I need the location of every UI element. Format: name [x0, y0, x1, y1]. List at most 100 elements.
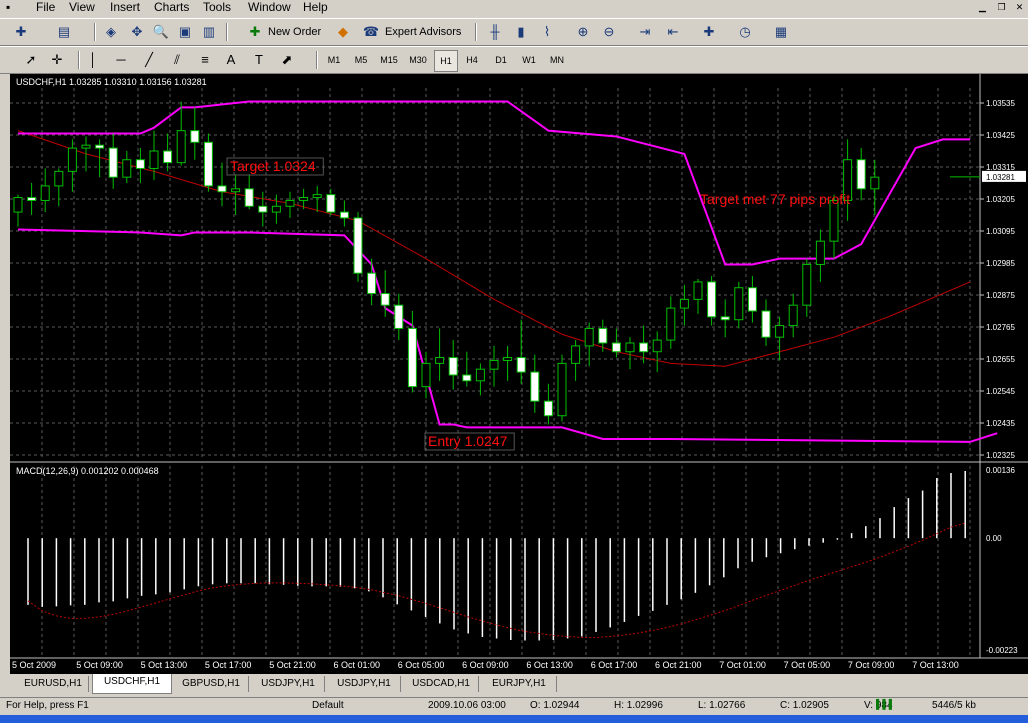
time-tick-label: 7 Oct 09:00: [848, 660, 895, 670]
candle-body-bear: [394, 304, 404, 329]
candle-body-bear: [407, 327, 417, 388]
tester-icon[interactable]: ▥: [200, 23, 218, 41]
menu-view[interactable]: View: [69, 0, 95, 15]
navigator-icon[interactable]: ✥: [128, 23, 146, 41]
status-high: H: 1.02996: [614, 700, 663, 711]
zoom-in-icon[interactable]: ⊕: [574, 23, 592, 41]
lower-band-line: [17, 228, 998, 443]
profiles-icon[interactable]: ▤: [55, 23, 73, 41]
zoom-out-icon[interactable]: ⊖: [600, 23, 618, 41]
ma-line: [17, 130, 971, 367]
tf-m30[interactable]: M30: [405, 50, 431, 70]
tf-m1[interactable]: M1: [322, 50, 346, 70]
current-price-label: 1.03281: [986, 173, 1015, 182]
price-tick-label: 1.03095: [986, 227, 1015, 236]
chart-shift-icon[interactable]: ⇤: [664, 23, 682, 41]
time-tick-label: 6 Oct 01:00: [334, 660, 381, 670]
bar-chart-icon[interactable]: ╫: [486, 23, 504, 41]
candle-body-bull: [571, 345, 581, 364]
candle-body-bull: [625, 342, 635, 353]
menu-help[interactable]: Help: [303, 0, 328, 15]
tf-m5[interactable]: M5: [349, 50, 373, 70]
time-tick-label: 6 Oct 09:00: [462, 660, 509, 670]
tab-usdcad[interactable]: USDCAD,H1: [404, 676, 479, 692]
menu-charts[interactable]: Charts: [154, 0, 189, 15]
new-chart-icon[interactable]: ✚: [12, 23, 30, 41]
tab-usdjpy[interactable]: USDJPY,H1: [252, 676, 325, 692]
tab-eurjpy[interactable]: EURJPY,H1: [482, 676, 557, 692]
candle-body-bear: [217, 185, 227, 193]
candle-body-bear: [353, 217, 363, 274]
chart-title: USDCHF,H1 1.03285 1.03310 1.03156 1.0328…: [16, 77, 207, 87]
expert-advisors-button[interactable]: Expert Advisors: [385, 22, 461, 42]
menu-tools[interactable]: Tools: [203, 0, 231, 15]
trendline-icon[interactable]: ╱: [140, 51, 158, 69]
line-chart-icon[interactable]: ⌇: [538, 23, 556, 41]
time-tick-label: 5 Oct 09:00: [76, 660, 123, 670]
auto-scroll-icon[interactable]: ⇥: [636, 23, 654, 41]
candle-body-bear: [367, 272, 377, 295]
tf-w1[interactable]: W1: [518, 50, 540, 70]
tab-gbpusd[interactable]: GBPUSD,H1: [174, 676, 249, 692]
market-watch-icon[interactable]: ◈: [102, 23, 120, 41]
arrows-icon[interactable]: ⬈: [278, 51, 296, 69]
status-close: C: 1.02905: [780, 700, 829, 711]
vertical-line-icon[interactable]: │: [84, 51, 102, 69]
price-tick-label: 1.02435: [986, 419, 1015, 428]
tf-m15[interactable]: M15: [376, 50, 402, 70]
warning-icon[interactable]: ◆: [334, 23, 352, 41]
crosshair-icon[interactable]: ✛: [48, 51, 66, 69]
candle-body-bear: [27, 197, 37, 201]
price-chart[interactable]: Target 1.0324 Target met 77 pips profit En…: [10, 74, 1028, 674]
macd-tick-label: 0.00: [986, 534, 1002, 543]
app-icon[interactable]: ▪: [6, 0, 16, 15]
candle-body-bull: [870, 176, 880, 190]
new-order-icon[interactable]: ✚: [246, 23, 264, 41]
candle-body-bear: [856, 159, 866, 190]
cursor-icon[interactable]: ➚: [22, 51, 40, 69]
menu-file[interactable]: File: [36, 0, 55, 15]
candle-body-bull: [802, 263, 812, 306]
tf-h4[interactable]: H4: [461, 50, 483, 70]
status-profile: Default: [312, 700, 344, 711]
candle-body-bull: [788, 304, 798, 327]
chart-window[interactable]: Target 1.0324 Target met 77 pips profit En…: [10, 74, 1028, 674]
expert-advisors-icon[interactable]: ☎: [362, 23, 380, 41]
minimize-icon[interactable]: ▁: [975, 1, 990, 14]
restore-icon[interactable]: ❐: [994, 1, 1009, 14]
indicators-icon[interactable]: ✚: [700, 23, 718, 41]
price-tick-label: 1.02875: [986, 291, 1015, 300]
macd-title: MACD(12,26,9) 0.001202 0.000468: [16, 466, 159, 476]
separator: [316, 51, 318, 69]
macd-tick-label: 0.00136: [986, 466, 1015, 475]
candle-body-bull: [149, 150, 159, 169]
price-tick-label: 1.02545: [986, 387, 1015, 396]
candle-body-bear: [707, 281, 717, 318]
candle-body-bull: [81, 144, 91, 149]
tab-usdjpy-2[interactable]: USDJPY,H1: [328, 676, 401, 692]
tab-usdchf[interactable]: USDCHF,H1: [92, 674, 172, 694]
data-window-icon[interactable]: 🔍: [152, 23, 170, 41]
templates-icon[interactable]: ▦: [772, 23, 790, 41]
text-label-icon[interactable]: T: [250, 51, 268, 69]
close-icon[interactable]: ✕: [1012, 1, 1027, 14]
candlestick-icon[interactable]: ▮: [512, 23, 530, 41]
fibonacci-icon[interactable]: ≡: [196, 51, 214, 69]
menu-insert[interactable]: Insert: [110, 0, 140, 15]
tf-h1[interactable]: H1: [434, 50, 458, 72]
status-time: 2009.10.06 03:00: [428, 700, 506, 711]
tf-d1[interactable]: D1: [490, 50, 512, 70]
new-order-button[interactable]: New Order: [268, 22, 321, 42]
menu-window[interactable]: Window: [248, 0, 291, 15]
tf-mn[interactable]: MN: [545, 50, 569, 70]
terminal-icon[interactable]: ▣: [176, 23, 194, 41]
menu-bar: ▪ File View Insert Charts Tools Window H…: [0, 0, 1028, 16]
tab-eurusd[interactable]: EURUSD,H1: [18, 676, 89, 692]
periods-icon[interactable]: ◷: [736, 23, 754, 41]
candle-body-bull: [54, 170, 64, 187]
text-icon[interactable]: A: [222, 51, 240, 69]
horizontal-line-icon[interactable]: ─: [112, 51, 130, 69]
os-taskbar: [0, 715, 1028, 723]
channel-icon[interactable]: ⫽: [168, 51, 186, 69]
chart-tabs: EURUSD,H1 USDCHF,H1 GBPUSD,H1 USDJPY,H1 …: [0, 674, 1028, 694]
